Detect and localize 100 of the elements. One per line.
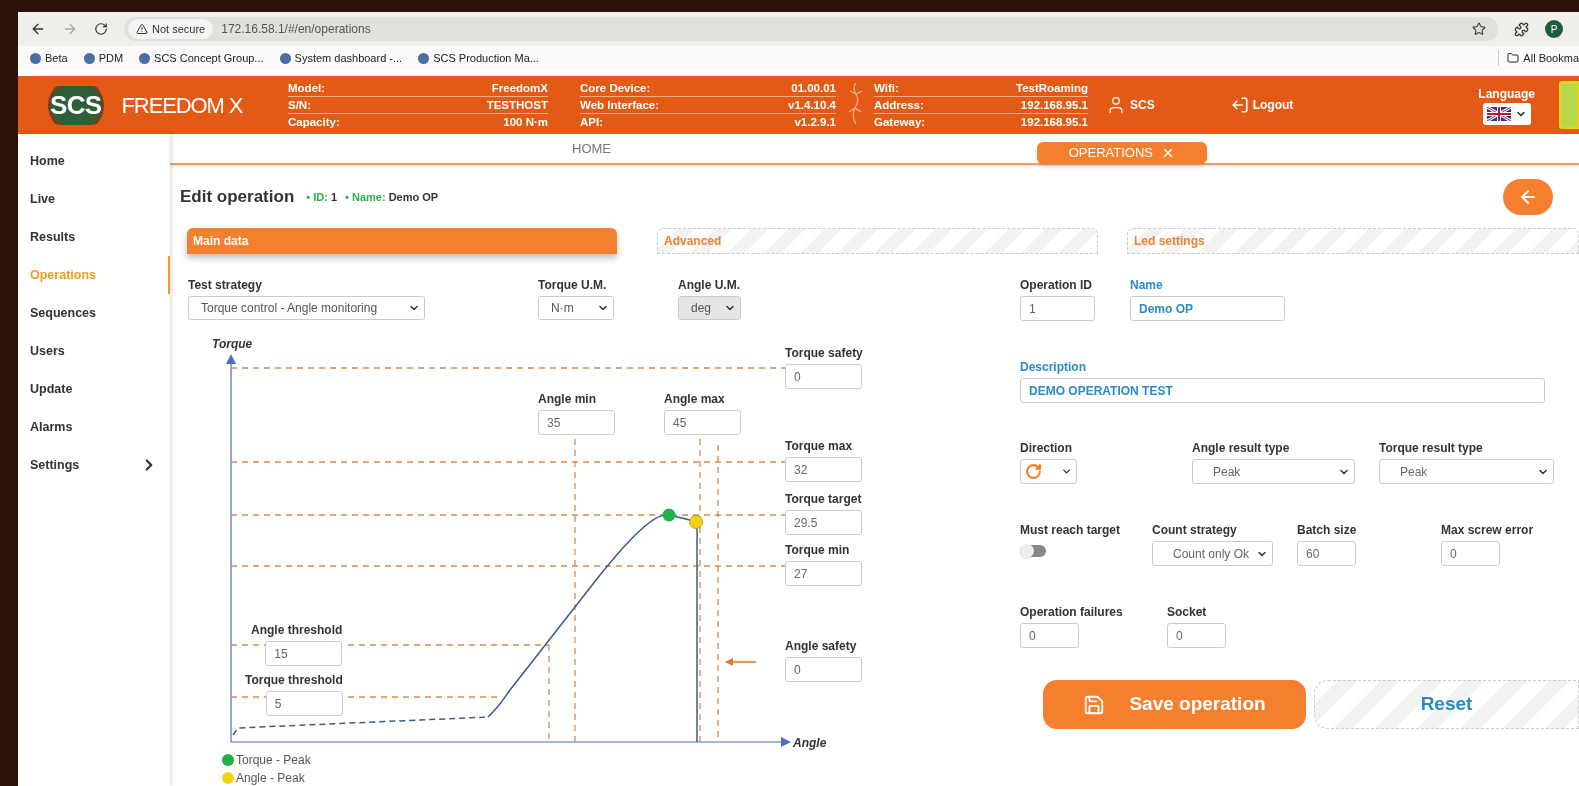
language-label: Language (1478, 86, 1535, 103)
field-label: Torque threshold (245, 672, 343, 689)
info-label: API: (580, 115, 603, 130)
reload-icon[interactable] (94, 22, 108, 36)
site-icon (83, 52, 95, 64)
info-value: 192.168.95.1 (1020, 115, 1088, 130)
info-value: 01.00.01 (791, 81, 836, 96)
select-field[interactable]: Peak (1379, 459, 1554, 484)
sidebar-item[interactable]: Update (18, 370, 170, 408)
site-icon (279, 52, 291, 64)
input-field[interactable]: 0 (785, 657, 862, 682)
info-value: FreedomX (491, 81, 548, 96)
url-text: 172.16.58.1/#/en/operations (221, 21, 371, 38)
rotate-clockwise-icon (1025, 463, 1042, 480)
site-icon (139, 52, 151, 64)
field-label: Torque target (785, 491, 862, 508)
legend-label: Torque - Peak (236, 752, 311, 769)
sidebar-item[interactable]: Sequences (18, 294, 170, 332)
select-field[interactable]: Torque control - Angle monitoring (188, 296, 425, 320)
sidebar-item[interactable]: Settings (18, 446, 170, 484)
input-field[interactable]: 60 (1297, 541, 1356, 566)
input-field[interactable]: 1 (1020, 296, 1095, 321)
folder-icon (1507, 52, 1520, 64)
input-field[interactable]: 0 (1441, 541, 1500, 566)
input-field[interactable]: 0 (1020, 623, 1079, 648)
sidebar-item[interactable]: Results (18, 218, 170, 256)
field-label: Angle safety (785, 638, 858, 655)
axis-label: Angle (793, 735, 827, 752)
input-field[interactable]: DEMO OPERATION TEST (1020, 378, 1545, 403)
reset-button[interactable]: Reset (1314, 680, 1579, 729)
select-field[interactable]: Count only Ok (1152, 541, 1273, 566)
bookmark-link[interactable]: SCS Production Ma... (418, 49, 539, 67)
input-field[interactable]: 32 (785, 457, 862, 482)
select-field[interactable]: Peak (1192, 459, 1355, 484)
info-value: 100 N·m (503, 115, 548, 130)
field-label: Max screw error (1441, 522, 1535, 539)
info-label: Core Device: (580, 81, 651, 96)
field-label: Torque U.M. (538, 277, 608, 294)
info-label: Web Interface: (580, 98, 660, 113)
warning-icon (136, 23, 148, 35)
battery-icon (1559, 81, 1579, 129)
back-button[interactable] (1503, 179, 1553, 215)
logout-button[interactable]: Logout (1230, 96, 1294, 114)
field-label: Test strategy (188, 277, 263, 294)
field-label: Name (1130, 277, 1164, 294)
sidebar-item[interactable]: Alarms (18, 408, 170, 446)
field-label: Torque safety (785, 345, 863, 362)
direction-select[interactable] (1020, 459, 1077, 484)
input-field[interactable]: 35 (538, 410, 615, 435)
user-menu[interactable]: SCS (1106, 95, 1155, 115)
field-label: Angle threshold (251, 622, 343, 639)
uk-flag-icon (1486, 107, 1511, 121)
page-tab[interactable]: HOME (572, 138, 611, 159)
site-icon (30, 52, 41, 64)
input-field[interactable]: Demo OP (1130, 296, 1285, 321)
legend-label: Angle - Peak (236, 770, 305, 786)
extensions-icon[interactable] (1514, 21, 1529, 37)
bookmark-star-icon[interactable] (1472, 22, 1486, 36)
input-field[interactable]: 45 (664, 410, 741, 435)
sidebar-item[interactable]: Live (18, 180, 170, 218)
sidebar-item[interactable]: Users (18, 332, 170, 370)
info-value: TESTHOST (486, 98, 548, 113)
input-field[interactable]: 15 (265, 641, 343, 666)
address-bar[interactable]: Not secure 172.16.58.1/#/en/operations (124, 17, 1498, 41)
field-label: Count strategy (1152, 522, 1238, 539)
field-label: Angle min (538, 391, 597, 408)
security-chip[interactable]: Not secure (128, 19, 214, 39)
sidebar-item[interactable]: Home (18, 142, 170, 180)
info-value: 192.168.95.1 (1020, 98, 1088, 113)
toggle-switch[interactable] (1020, 545, 1046, 557)
operation-id: • ID: 1 (306, 189, 338, 205)
field-label: Operation ID (1020, 277, 1093, 294)
select-field[interactable]: N·m (538, 296, 614, 320)
operation-name: • Name: Demo OP (345, 189, 439, 205)
language-select[interactable] (1482, 103, 1531, 125)
info-label: Model: (288, 81, 326, 96)
field-label: Angle max (664, 391, 726, 408)
bookmark-link[interactable]: Beta (30, 49, 68, 67)
arrow-left-icon (725, 658, 757, 666)
info-label: Wifi: (874, 81, 899, 96)
field-label: Direction (1020, 440, 1073, 457)
input-field[interactable]: 0 (785, 364, 862, 389)
input-field[interactable]: 5 (265, 691, 343, 716)
page-title: Edit operation (180, 186, 295, 209)
bookmark-link[interactable]: System dashboard -... (279, 49, 403, 67)
all-bookmarks-link[interactable]: All Bookma (1498, 49, 1579, 67)
info-label: Capacity: (288, 115, 340, 130)
field-label: Description (1020, 359, 1087, 376)
field-label: Must reach target (1020, 522, 1122, 539)
info-label: S/N: (288, 98, 311, 113)
input-field[interactable]: 27 (785, 561, 862, 586)
bookmark-link[interactable]: SCS Concept Group... (139, 49, 264, 67)
profile-avatar[interactable]: P (1545, 20, 1563, 38)
bookmark-link[interactable]: PDM (83, 49, 124, 67)
chevron-down-icon (1061, 466, 1072, 477)
field-label: Angle result type (1192, 440, 1291, 457)
field-label: Operation failures (1020, 604, 1124, 621)
input-field[interactable]: 0 (1167, 623, 1226, 648)
input-field[interactable]: 29.5 (785, 510, 862, 535)
back-icon[interactable] (30, 21, 46, 37)
